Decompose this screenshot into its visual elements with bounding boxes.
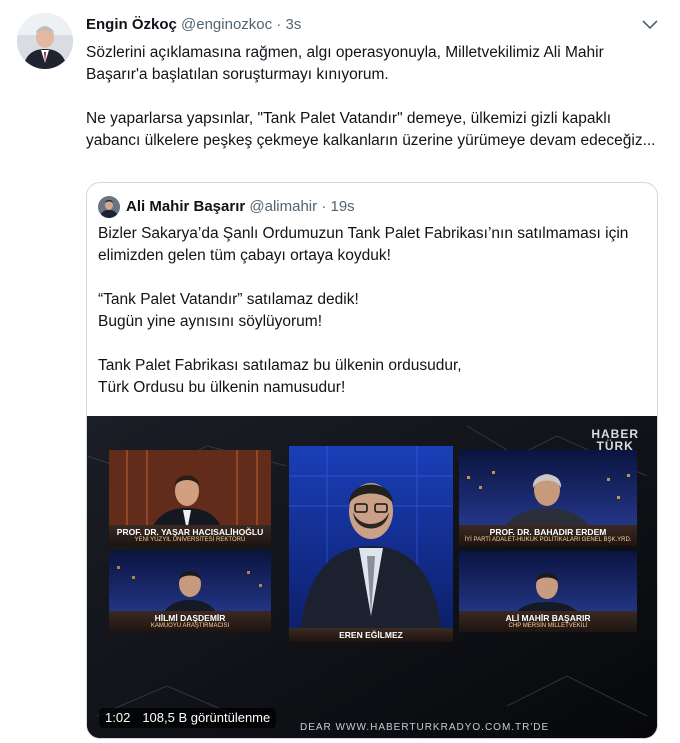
lower-third-4-title: İYİ PARTİ ADALET-HUKUK POLİTİKALARI GENE… [464, 537, 632, 543]
author-handle[interactable]: @enginozkoc [181, 16, 272, 33]
lower-third-1-title: YENİ YÜZYIL ÜNİVERSİTESİ REKTÖRÜ [134, 537, 246, 543]
quoted-author-handle: @alimahir [249, 198, 318, 215]
channel-logo: HABER TÜRK [591, 428, 639, 452]
lower-third-2: HİLMİ DAŞDEMİR KAMUOYU ARAŞTIRMACISI [109, 610, 271, 632]
lower-third-5: ALİ MAHİR BAŞARIR CHP MERSİN MİLLETVEKİL… [459, 610, 637, 632]
lower-third-4-name: PROF. DR. BAHADIR ERDEM [489, 527, 607, 537]
lower-third-5-title: CHP MERSİN MİLLETVEKİLİ [508, 623, 588, 629]
quoted-tweet[interactable]: Ali Mahir Başarır @alimahir · 19s Bizler… [86, 182, 658, 739]
quoted-tweet-header: Ali Mahir Başarır @alimahir · 19s [126, 197, 355, 217]
quoted-paragraph-1: Bizler Sakarya’da Şanlı Ordumuzun Tank P… [98, 225, 629, 264]
video-info-badge: 1:02 108,5 B görüntülenme [99, 708, 277, 728]
lower-third-2-title: KAMUOYU ARAŞTIRMACISI [150, 623, 230, 629]
header-separator: · [276, 16, 282, 33]
video-duration: 1:02 [105, 710, 131, 725]
tweet-time[interactable]: 3s [285, 16, 301, 33]
lower-third-2-name: HİLMİ DAŞDEMİR [154, 613, 226, 623]
author-name[interactable]: Engin Özkoç [86, 16, 177, 33]
lower-third-5-name: ALİ MAHİR BAŞARIR [505, 613, 591, 623]
quoted-header-separator: · [321, 198, 327, 215]
quoted-paragraph-3: Tank Palet Fabrikası satılamaz bu ülkeni… [98, 355, 648, 399]
lower-third-3-name: EREN EĞİLMEZ [339, 630, 403, 640]
author-avatar[interactable] [17, 13, 73, 69]
quoted-paragraph-3-line-1: Tank Palet Fabrikası satılamaz bu ülkeni… [98, 357, 462, 374]
quoted-paragraph-3-line-2: Türk Ordusu bu ülkenin namusudur! [98, 379, 346, 396]
quoted-author-avatar [98, 196, 120, 218]
video-panel-3 [289, 446, 453, 642]
quoted-tweet-text: Bizler Sakarya’da Şanlı Ordumuzun Tank P… [98, 223, 648, 399]
quoted-paragraph-2-line-1: “Tank Palet Vatandır” satılamaz dedik! [98, 291, 359, 308]
tweet-text: Sözlerini açıklamasına rağmen, algı oper… [86, 42, 666, 152]
tweet[interactable]: Engin Özkoç @enginozkoc · 3s Sözlerini a… [0, 0, 680, 743]
quoted-paragraph-2-line-2: Bugün yine aynısını söylüyorum! [98, 313, 323, 330]
video-player[interactable]: PROF. DR. YAŞAR HACISALİHOĞLU YENİ YÜZYI… [87, 416, 657, 738]
video-view-count: 108,5 B görüntülenme [142, 710, 271, 725]
lower-third-1-name: PROF. DR. YAŞAR HACISALİHOĞLU [116, 527, 264, 537]
lower-third-1: PROF. DR. YAŞAR HACISALİHOĞLU YENİ YÜZYI… [109, 524, 271, 546]
chevron-down-icon[interactable] [640, 18, 660, 32]
lower-third-4: PROF. DR. BAHADIR ERDEM İYİ PARTİ ADALET… [459, 524, 637, 546]
tweet-paragraph-1: Sözlerini açıklamasına rağmen, algı oper… [86, 44, 604, 83]
channel-logo-line-2: TÜRK [596, 439, 634, 453]
lower-third-3: EREN EĞİLMEZ [289, 623, 453, 642]
quoted-author-name: Ali Mahir Başarır [126, 198, 246, 215]
tweet-paragraph-2: Ne yaparlarsa yapsınlar, "Tank Palet Vat… [86, 110, 656, 149]
tweet-header: Engin Özkoç @enginozkoc · 3s [86, 15, 301, 35]
quoted-paragraph-2: “Tank Palet Vatandır” satılamaz dedik! B… [98, 289, 648, 333]
quoted-tweet-time: 19s [330, 198, 355, 215]
